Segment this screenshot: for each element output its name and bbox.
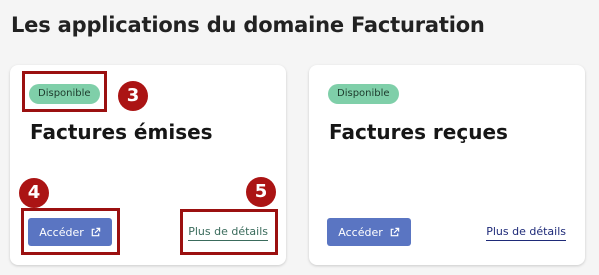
access-button-label: Accéder: [39, 225, 84, 239]
access-button[interactable]: Accéder: [28, 218, 112, 246]
details-link[interactable]: Plus de détails: [188, 225, 268, 241]
external-link-icon: [90, 227, 101, 238]
annotation-marker-3: 3: [118, 81, 148, 111]
access-button[interactable]: Accéder: [327, 218, 411, 246]
status-badge: Disponible: [29, 84, 100, 104]
card-title: Factures émises: [30, 120, 213, 144]
app-card-factures-emises: Disponible Factures émises Accéder Plus …: [10, 65, 286, 265]
external-link-icon: [389, 227, 400, 238]
access-button-label: Accéder: [338, 225, 383, 239]
section-title: Les applications du domaine Facturation: [11, 13, 485, 37]
card-title: Factures reçues: [329, 120, 508, 144]
status-badge: Disponible: [328, 84, 399, 104]
details-link[interactable]: Plus de détails: [486, 225, 566, 241]
app-card-factures-recues: Disponible Factures reçues Accéder Plus …: [309, 65, 585, 265]
annotation-marker-4: 4: [19, 178, 49, 208]
annotation-marker-5: 5: [246, 177, 276, 207]
